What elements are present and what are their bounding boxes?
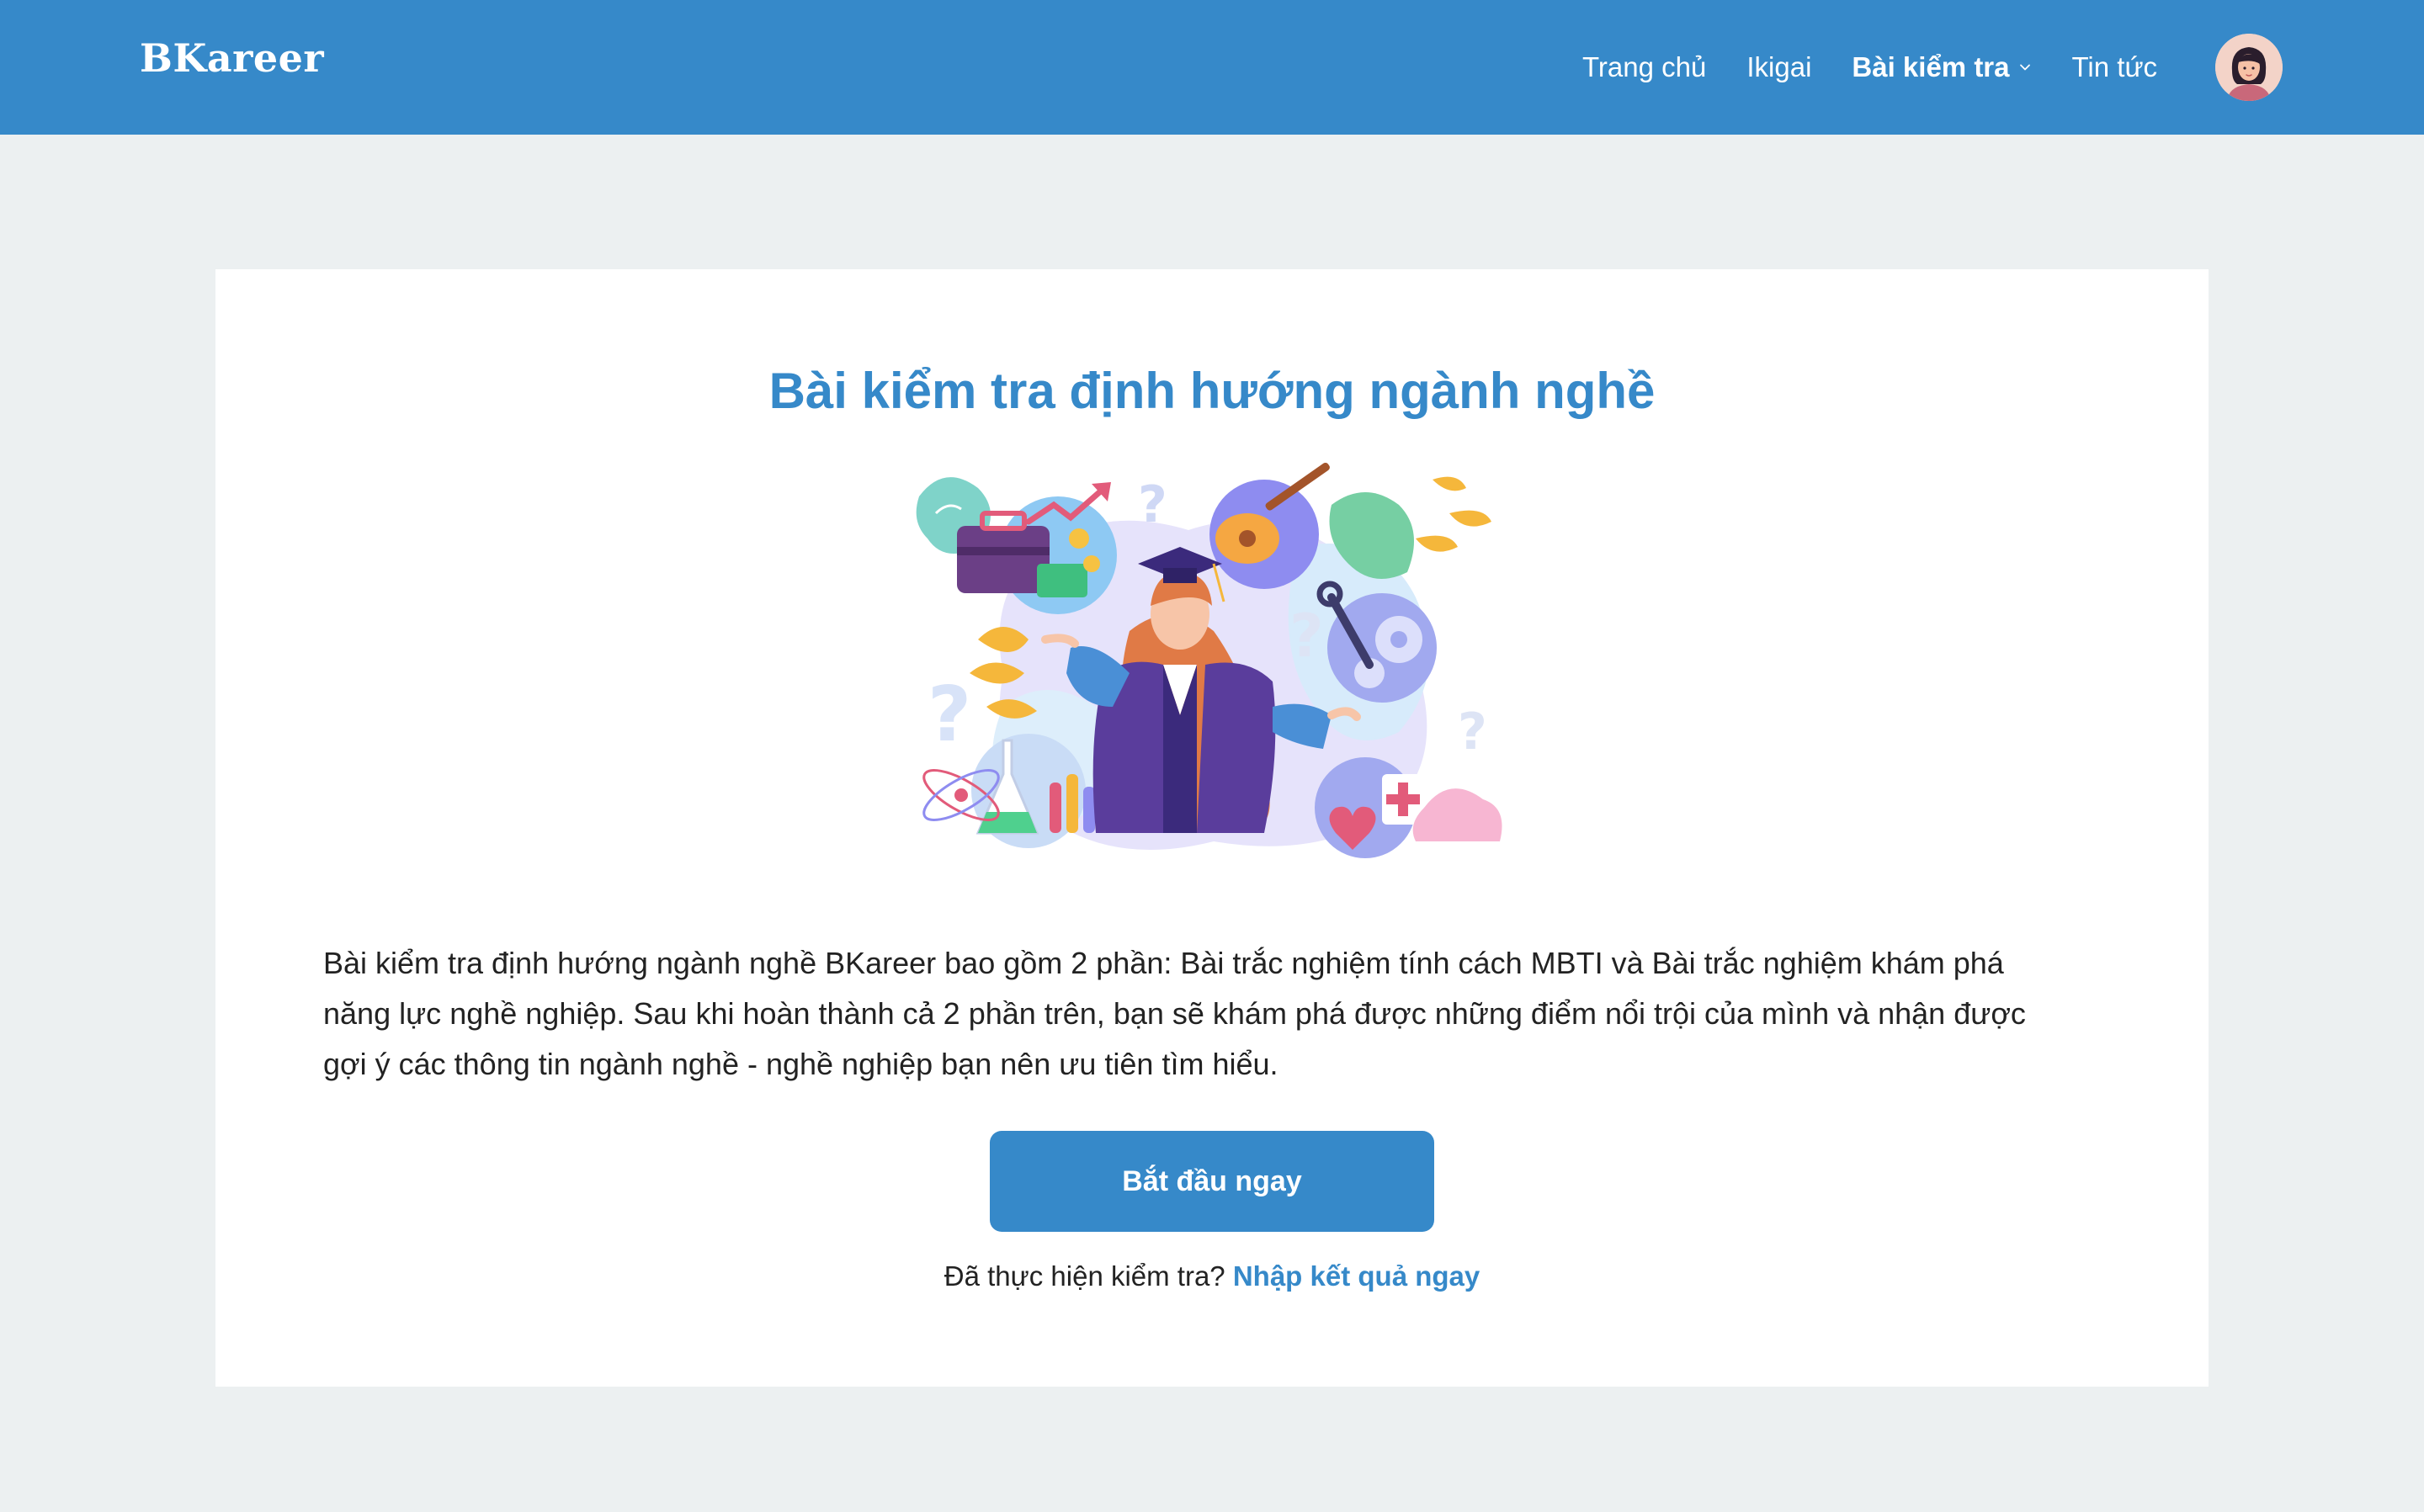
top-navbar: BKareer Trang chủ Ikigai Bài kiểm tra Ti… — [0, 0, 2424, 135]
nav-item-ikigai[interactable]: Ikigai — [1746, 51, 1811, 83]
logo[interactable]: BKareer — [140, 35, 324, 81]
user-avatar-icon[interactable] — [2215, 34, 2283, 101]
start-test-button[interactable]: Bắt đầu ngay — [990, 1131, 1434, 1232]
already-done-text: Đã thực hiện kiểm tra? — [944, 1260, 1225, 1292]
chevron-down-icon — [2019, 64, 2030, 71]
test-intro-card: Bài kiểm tra định hướng ngành nghề ? ? ?… — [215, 269, 2209, 1387]
svg-text:?: ? — [1289, 602, 1324, 671]
main-nav: Trang chủ Ikigai Bài kiểm tra Tin tức — [1582, 0, 2198, 135]
svg-text:?: ? — [1458, 703, 1487, 761]
nav-item-ikigai-label: Ikigai — [1746, 51, 1812, 82]
page-title: Bài kiểm tra định hướng ngành nghề — [768, 363, 1656, 419]
already-done-row: Đã thực hiện kiểm tra? Nhập kết quả ngay — [215, 1260, 2209, 1292]
nav-item-tests[interactable]: Bài kiểm tra — [1852, 51, 2031, 83]
nav-item-news-label: Tin tức — [2071, 51, 2158, 82]
svg-text:?: ? — [928, 671, 971, 759]
nav-item-tests-label: Bài kiểm tra — [1852, 51, 2010, 82]
svg-text:?: ? — [1138, 475, 1167, 534]
nav-item-news[interactable]: Tin tức — [2072, 51, 2158, 83]
enter-results-link[interactable]: Nhập kết quả ngay — [1233, 1260, 1480, 1292]
nav-item-home-label: Trang chủ — [1582, 51, 1707, 82]
nav-item-home[interactable]: Trang chủ — [1582, 51, 1706, 83]
graduate-career-illustration: ? ? ? ? — [911, 454, 1517, 875]
test-description: Bài kiểm tra định hướng ngành nghề BKare… — [323, 946, 2026, 1081]
